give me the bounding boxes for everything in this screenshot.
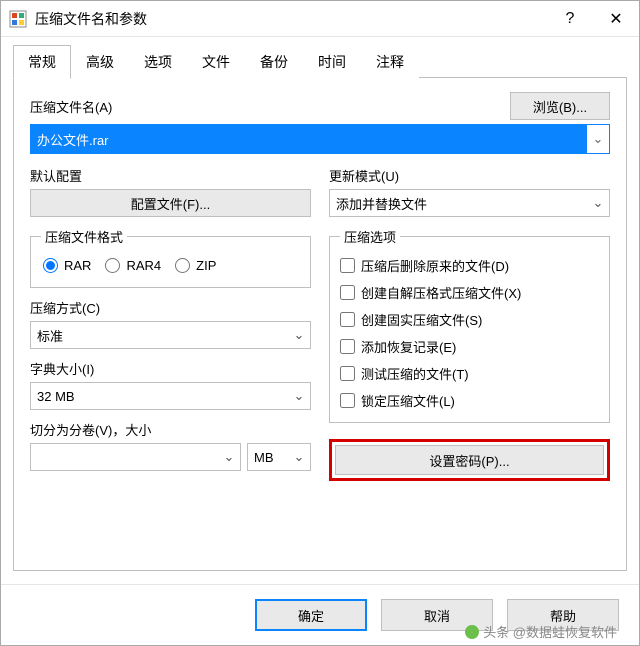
watermark-text: 头条 @数据蛙恢复软件 — [483, 622, 617, 641]
app-icon — [9, 10, 27, 28]
tab-options[interactable]: 选项 — [129, 45, 187, 78]
format-rar[interactable]: RAR — [43, 258, 91, 273]
opt-sfx[interactable]: 创建自解压格式压缩文件(X) — [340, 283, 599, 302]
tab-panel-general: 压缩文件名(A) 浏览(B)... 办公文件.rar ⌄ 默认配置 配置文件(F… — [13, 77, 627, 571]
dict-combo[interactable]: 32 MB ⌄ — [30, 382, 311, 410]
update-label: 更新模式(U) — [329, 166, 610, 185]
profile-label: 默认配置 — [30, 166, 311, 185]
dict-value: 32 MB — [31, 389, 288, 404]
archive-name-label: 压缩文件名(A) — [30, 97, 500, 116]
format-zip[interactable]: ZIP — [175, 258, 216, 273]
split-unit-combo[interactable]: MB ⌄ — [247, 443, 311, 471]
dialog-window: 压缩文件名和参数 ? ✕ 常规 高级 选项 文件 备份 时间 注释 压缩文件名(… — [0, 0, 640, 646]
chevron-down-icon[interactable]: ⌄ — [587, 131, 609, 147]
method-combo[interactable]: 标准 ⌄ — [30, 321, 311, 349]
split-label: 切分为分卷(V)，大小 — [30, 420, 311, 439]
tab-time[interactable]: 时间 — [303, 45, 361, 78]
method-label: 压缩方式(C) — [30, 298, 311, 317]
split-size-combo[interactable]: ⌄ — [30, 443, 241, 471]
split-unit-value: MB — [248, 450, 288, 465]
dict-label: 字典大小(I) — [30, 359, 311, 378]
chevron-down-icon[interactable]: ⌄ — [288, 388, 310, 404]
chevron-down-icon[interactable]: ⌄ — [288, 327, 310, 343]
tab-comment[interactable]: 注释 — [361, 45, 419, 78]
password-highlight: 设置密码(P)... — [329, 439, 610, 481]
help-button[interactable]: ? — [547, 1, 593, 37]
options-label: 压缩选项 — [340, 227, 400, 246]
archive-name-combo[interactable]: 办公文件.rar ⌄ — [30, 124, 610, 154]
ok-button[interactable]: 确定 — [255, 599, 367, 631]
watermark: 头条 @数据蛙恢复软件 — [465, 622, 617, 641]
tab-strip: 常规 高级 选项 文件 备份 时间 注释 — [13, 45, 627, 78]
method-value: 标准 — [31, 326, 288, 345]
chevron-down-icon[interactable]: ⌄ — [218, 449, 240, 465]
options-group: 压缩选项 压缩后删除原来的文件(D) 创建自解压格式压缩文件(X) 创建固实压缩… — [329, 227, 610, 423]
window-title: 压缩文件名和参数 — [35, 9, 547, 29]
opt-delete-after[interactable]: 压缩后删除原来的文件(D) — [340, 256, 599, 275]
archive-name-value[interactable]: 办公文件.rar — [31, 125, 587, 153]
chevron-down-icon[interactable]: ⌄ — [587, 195, 609, 211]
update-value: 添加并替换文件 — [330, 194, 587, 213]
update-combo[interactable]: 添加并替换文件 ⌄ — [329, 189, 610, 217]
dialog-footer: 确定 取消 帮助 头条 @数据蛙恢复软件 — [1, 584, 639, 645]
format-group: 压缩文件格式 RAR RAR4 ZIP — [30, 227, 311, 288]
tab-advanced[interactable]: 高级 — [71, 45, 129, 78]
opt-lock[interactable]: 锁定压缩文件(L) — [340, 391, 599, 410]
avatar-icon — [465, 625, 479, 639]
chevron-down-icon[interactable]: ⌄ — [288, 449, 310, 465]
opt-recovery[interactable]: 添加恢复记录(E) — [340, 337, 599, 356]
dialog-body: 常规 高级 选项 文件 备份 时间 注释 压缩文件名(A) 浏览(B)... 办… — [1, 37, 639, 584]
tab-files[interactable]: 文件 — [187, 45, 245, 78]
titlebar: 压缩文件名和参数 ? ✕ — [1, 1, 639, 37]
set-password-button[interactable]: 设置密码(P)... — [335, 445, 604, 475]
opt-solid[interactable]: 创建固实压缩文件(S) — [340, 310, 599, 329]
tab-general[interactable]: 常规 — [13, 45, 71, 79]
format-rar4[interactable]: RAR4 — [105, 258, 161, 273]
browse-button[interactable]: 浏览(B)... — [510, 92, 610, 120]
format-label: 压缩文件格式 — [41, 227, 127, 246]
tab-backup[interactable]: 备份 — [245, 45, 303, 78]
close-button[interactable]: ✕ — [593, 1, 639, 37]
opt-test[interactable]: 测试压缩的文件(T) — [340, 364, 599, 383]
profiles-button[interactable]: 配置文件(F)... — [30, 189, 311, 217]
